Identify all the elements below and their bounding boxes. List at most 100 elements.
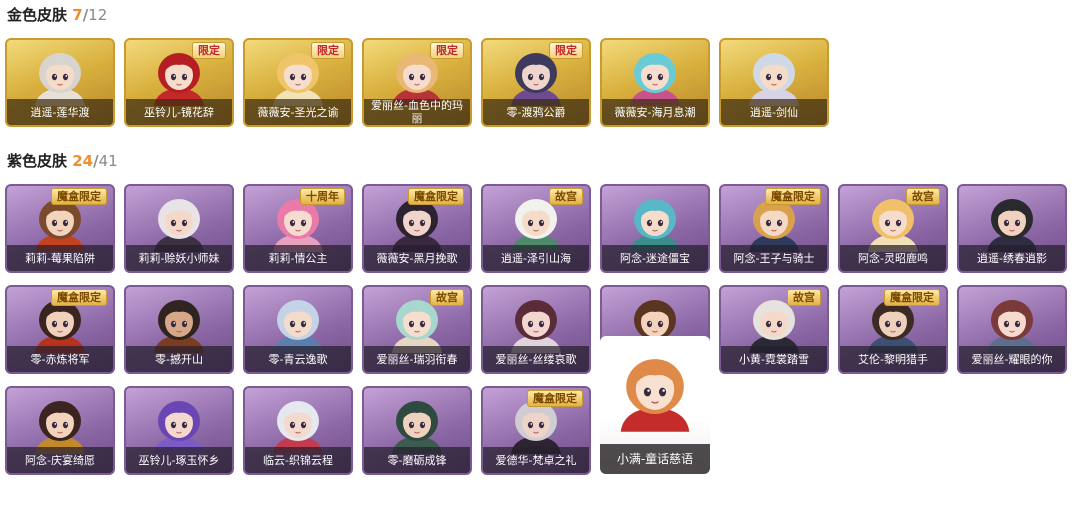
skin-name-label: 临云-织锦云程 bbox=[245, 447, 351, 473]
skin-card[interactable]: 逍遥-莲华渡 bbox=[5, 38, 115, 127]
character-portrait-icon bbox=[273, 401, 323, 454]
skin-name-label: 莉莉-莓果陷阱 bbox=[7, 245, 113, 271]
skin-name-label: 阿念-庆宴绮愿 bbox=[7, 447, 113, 473]
skin-card[interactable]: 薇薇安-海月息潮 bbox=[600, 38, 710, 127]
skin-name-label: 逍遥-莲华渡 bbox=[7, 99, 113, 125]
character-portrait-icon bbox=[154, 199, 204, 252]
skin-collection-page: 金色皮肤 7/12 逍遥-莲华渡 限定 巫铃儿-镜花辞 限定 薇薇安-圣光之谕 限定 爱丽丝… bbox=[0, 0, 1080, 528]
limited-badge: 故宫 bbox=[787, 289, 821, 306]
limited-badge: 魔盒限定 bbox=[51, 289, 107, 306]
skin-card[interactable]: 爱丽丝-耀眼的你 bbox=[957, 285, 1067, 374]
skin-name-label: 巫铃儿-镜花辞 bbox=[126, 99, 232, 125]
skin-name-label: 小黄-霓裳踏雪 bbox=[721, 346, 827, 372]
skin-card[interactable]: 限定零-渡鸦公爵 bbox=[481, 38, 591, 127]
skin-name-label: 爱丽丝-丝缕哀歌 bbox=[483, 346, 589, 372]
character-portrait-icon bbox=[630, 53, 680, 106]
skin-card[interactable]: 十周年莉莉-情公主 bbox=[243, 184, 353, 273]
skin-card[interactable]: 魔盒限定爱德华-梵卓之礼 bbox=[481, 386, 591, 475]
purple-skin-grid: 魔盒限定 莉莉-莓果陷阱 莉莉-赊妖小师妹 十周年 莉莉-情公主 魔盒限定 薇薇安-黑月挽歌… bbox=[5, 184, 1067, 475]
gold-owned-count: 7 bbox=[72, 6, 83, 24]
skin-card[interactable]: 魔盒限定薇薇安-黑月挽歌 bbox=[362, 184, 472, 273]
gold-section-title: 金色皮肤 7/12 bbox=[7, 4, 107, 26]
character-portrait-icon bbox=[630, 199, 680, 252]
character-portrait-icon bbox=[35, 53, 85, 106]
character-portrait-icon bbox=[987, 199, 1037, 252]
skin-card[interactable]: 魔盒限定莉莉-莓果陷阱 bbox=[5, 184, 115, 273]
character-portrait-icon bbox=[154, 401, 204, 454]
skin-name-label: 艾伦-黎明猎手 bbox=[840, 346, 946, 372]
limited-badge: 魔盒限定 bbox=[527, 390, 583, 407]
character-portrait-icon bbox=[511, 300, 561, 353]
skin-name-label: 零-赤炼将军 bbox=[7, 346, 113, 372]
skin-name-label: 薇薇安-黑月挽歌 bbox=[364, 245, 470, 271]
gold-total-count: 12 bbox=[88, 6, 108, 24]
skin-name-label: 莉莉-情公主 bbox=[245, 245, 351, 271]
skin-card[interactable]: 故宫爱丽丝-瑞羽衔春 bbox=[362, 285, 472, 374]
skin-name-label: 零-撼开山 bbox=[126, 346, 232, 372]
skin-card[interactable]: 魔盒限定零-赤炼将军 bbox=[5, 285, 115, 374]
skin-card[interactable]: 临云-织锦云程 bbox=[243, 386, 353, 475]
skin-name-label: 薇薇安-圣光之谕 bbox=[245, 99, 351, 125]
limited-badge: 故宫 bbox=[430, 289, 464, 306]
skin-name-label: 巫铃儿-琢玉怀乡 bbox=[126, 447, 232, 473]
skin-name-label: 爱丽丝-瑞羽衔春 bbox=[364, 346, 470, 372]
skin-name-label: 阿念-灵昭鹿鸣 bbox=[840, 245, 946, 271]
purple-owned-count: 24 bbox=[72, 152, 94, 170]
purple-section-title: 紫色皮肤 24/41 bbox=[7, 150, 118, 172]
character-portrait-icon bbox=[749, 53, 799, 106]
skin-name-label: 零-渡鸦公爵 bbox=[483, 99, 589, 125]
skin-card[interactable]: 零-撼开山 bbox=[124, 285, 234, 374]
skin-name-label: 小满-童话慈语 bbox=[600, 444, 710, 474]
skin-card[interactable]: 故宫逍遥-泽引山海 bbox=[481, 184, 591, 273]
skin-name-label: 零-磨砺成锋 bbox=[364, 447, 470, 473]
skin-card[interactable]: 零-青云逸歌 bbox=[243, 285, 353, 374]
skin-card[interactable]: 逍遥-绣春逍影 bbox=[957, 184, 1067, 273]
limited-badge: 魔盒限定 bbox=[51, 188, 107, 205]
skin-name-label: 爱丽丝-耀眼的你 bbox=[959, 346, 1065, 372]
skin-card[interactable]: 魔盒限定阿念-王子与骑士 bbox=[719, 184, 829, 273]
skin-name-label: 阿念-王子与骑士 bbox=[721, 245, 827, 271]
skin-card[interactable]: 阿念-庆宴绮愿 bbox=[5, 386, 115, 475]
character-portrait-icon bbox=[35, 401, 85, 454]
skin-name-label: 莉莉-赊妖小师妹 bbox=[126, 245, 232, 271]
character-portrait-icon bbox=[620, 359, 690, 432]
skin-card[interactable]: 故宫阿念-灵昭鹿鸣 bbox=[838, 184, 948, 273]
limited-badge: 故宫 bbox=[906, 188, 940, 205]
purple-total-count: 41 bbox=[98, 152, 118, 170]
gold-section-label: 金色皮肤 bbox=[7, 6, 68, 24]
skin-card[interactable]: 小满-童话慈语 bbox=[600, 336, 710, 474]
limited-badge: 限定 bbox=[549, 42, 583, 59]
skin-card[interactable]: 莉莉-赊妖小师妹 bbox=[124, 184, 234, 273]
skin-card[interactable]: 爱丽丝-丝缕哀歌 bbox=[481, 285, 591, 374]
skin-name-label: 逍遥-剑仙 bbox=[721, 99, 827, 125]
skin-name-label: 零-青云逸歌 bbox=[245, 346, 351, 372]
skin-name-label: 薇薇安-海月息潮 bbox=[602, 99, 708, 125]
skin-card[interactable]: 限定爱丽丝-血色中的玛丽 bbox=[362, 38, 472, 127]
skin-card[interactable]: 阿念-迷途僵宝 bbox=[600, 184, 710, 273]
skin-name-label: 逍遥-绣春逍影 bbox=[959, 245, 1065, 271]
skin-card[interactable]: 限定巫铃儿-镜花辞 bbox=[124, 38, 234, 127]
limited-badge: 十周年 bbox=[300, 188, 345, 205]
skin-card[interactable]: 故宫小黄-霓裳踏雪 bbox=[719, 285, 829, 374]
skin-name-label: 逍遥-泽引山海 bbox=[483, 245, 589, 271]
skin-card[interactable]: 逍遥-剑仙 bbox=[719, 38, 829, 127]
skin-card[interactable]: 魔盒限定 艾伦-黎明猎手 bbox=[838, 285, 948, 374]
limited-badge: 魔盒限定 bbox=[765, 188, 821, 205]
character-portrait-icon bbox=[154, 300, 204, 353]
skin-name-label: 阿念-迷途僵宝 bbox=[602, 245, 708, 271]
character-portrait-icon bbox=[987, 300, 1037, 353]
skin-card[interactable]: 巫铃儿-琢玉怀乡 bbox=[124, 386, 234, 475]
skin-name-label: 爱德华-梵卓之礼 bbox=[483, 447, 589, 473]
character-portrait-icon bbox=[392, 401, 442, 454]
limited-badge: 限定 bbox=[192, 42, 226, 59]
limited-badge: 限定 bbox=[311, 42, 345, 59]
limited-badge: 限定 bbox=[430, 42, 464, 59]
purple-section-label: 紫色皮肤 bbox=[7, 152, 68, 170]
character-portrait-icon bbox=[273, 300, 323, 353]
skin-name-label: 爱丽丝-血色中的玛丽 bbox=[364, 99, 470, 125]
limited-badge: 魔盒限定 bbox=[408, 188, 464, 205]
limited-badge: 故宫 bbox=[549, 188, 583, 205]
gold-skin-grid: 逍遥-莲华渡 限定 巫铃儿-镜花辞 限定 薇薇安-圣光之谕 限定 爱丽丝-血色中的玛丽 限定零… bbox=[5, 38, 1067, 127]
skin-card[interactable]: 限定薇薇安-圣光之谕 bbox=[243, 38, 353, 127]
skin-card[interactable]: 零-磨砺成锋 bbox=[362, 386, 472, 475]
